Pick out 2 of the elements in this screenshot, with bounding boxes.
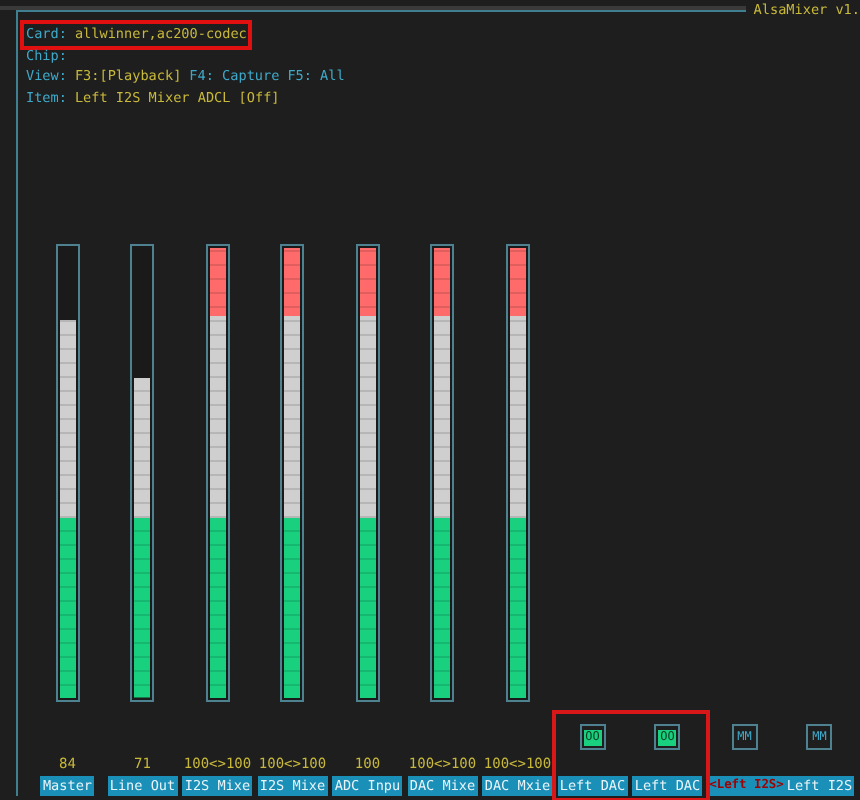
volume-bar[interactable] (130, 244, 155, 702)
volume-bar[interactable] (55, 244, 80, 702)
